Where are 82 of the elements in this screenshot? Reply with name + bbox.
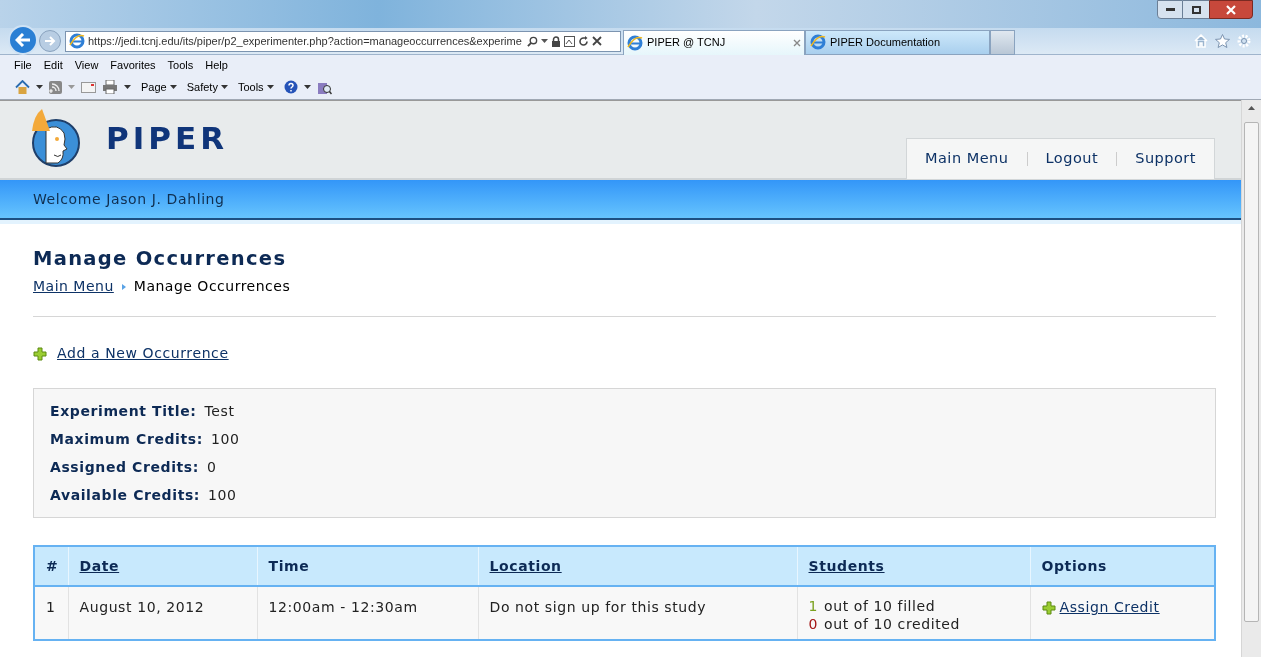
column-header-link[interactable]: Students: [808, 557, 885, 574]
table-cell: August 10, 2012: [79, 599, 205, 615]
dropdown-caret-icon: [169, 85, 177, 89]
address-bar[interactable]: https://jedi.tcnj.edu/its/piper/p2_experimenter.php?action=manageoccurrences&experime: [65, 30, 621, 52]
back-arrow-icon: [15, 33, 31, 47]
settings-icon[interactable]: [1237, 34, 1251, 48]
summary-label: Maximum Credits:: [50, 430, 203, 449]
scroll-up-arrow-icon[interactable]: [1248, 106, 1255, 110]
site-logo-text: PIPER: [106, 118, 229, 158]
dropdown-caret-icon[interactable]: [303, 85, 311, 89]
refresh-icon[interactable]: [578, 35, 589, 47]
summary-value: 0: [207, 458, 217, 477]
student-count: 0: [808, 615, 818, 633]
student-count: 1: [808, 597, 818, 615]
close-icon[interactable]: [592, 36, 602, 46]
command-menu[interactable]: Page: [141, 78, 177, 96]
help-icon[interactable]: [283, 80, 298, 94]
summary-label: Experiment Title:: [50, 402, 197, 421]
column-header-link[interactable]: Date: [79, 557, 120, 574]
dropdown-caret-icon[interactable]: [36, 85, 43, 89]
vertical-scrollbar[interactable]: [1241, 100, 1261, 657]
dropdown-caret-icon: [220, 85, 228, 89]
column-header: Time: [268, 557, 310, 574]
browser-logo-icon: [69, 33, 85, 49]
add-occurrence-link[interactable]: Add a New Occurrence: [57, 343, 229, 364]
browser-tab[interactable]: PIPER Documentation: [805, 29, 990, 55]
restore-button[interactable]: [1183, 0, 1209, 19]
table-cell: Do not sign up for this study: [489, 599, 707, 615]
dropdown-caret-icon[interactable]: [124, 85, 131, 89]
student-status-text: out of 10 credited: [824, 615, 960, 633]
menu-item[interactable]: Help: [205, 56, 228, 74]
print-icon[interactable]: [102, 80, 118, 94]
page-title: Manage Occurrences: [33, 246, 288, 272]
close-icon: [1226, 4, 1236, 15]
browser-logo-icon: [810, 34, 826, 50]
menu-item[interactable]: Edit: [43, 56, 63, 74]
summary-label: Assigned Credits:: [50, 458, 199, 477]
summary-value: Test: [204, 402, 235, 421]
minimize-button[interactable]: [1157, 0, 1183, 19]
feed-icon[interactable]: [49, 80, 62, 94]
scrollbar-thumb[interactable]: [1244, 122, 1259, 622]
plus-icon: [1041, 600, 1056, 615]
menu-item[interactable]: File: [14, 56, 32, 74]
nav-link[interactable]: Support: [1127, 148, 1204, 170]
breadcrumb-arrow-icon: [121, 283, 126, 290]
dropdown-caret-icon: [266, 85, 274, 89]
forward-arrow-icon: [44, 36, 56, 46]
welcome-text: Welcome Jason J. Dahling: [33, 189, 225, 209]
column-header: Options: [1041, 557, 1108, 574]
table-cell: 12:00am - 12:30am: [268, 599, 418, 615]
browser-logo-icon: [627, 34, 643, 51]
back-button[interactable]: [8, 25, 38, 55]
menu-item[interactable]: View: [74, 56, 99, 74]
command-menu[interactable]: Safety: [186, 78, 228, 96]
summary-label: Available Credits:: [50, 486, 201, 505]
nav-link[interactable]: Main Menu: [916, 148, 1017, 170]
table-cell: 1: [46, 599, 56, 615]
menu-item[interactable]: Tools: [167, 56, 194, 74]
lock-icon[interactable]: [551, 35, 561, 47]
home-icon[interactable]: [15, 79, 30, 95]
tab-title: PIPER @ TCNJ: [647, 35, 727, 51]
column-header: #: [46, 557, 59, 574]
breadcrumb-current: Manage Occurrences: [133, 277, 291, 296]
plus-icon: [33, 346, 47, 361]
address-text: https://jedi.tcnj.edu/its/piper/p2_experimenter.php?action=manageoccurrences&experime: [88, 33, 523, 49]
tab-title: PIPER Documentation: [830, 34, 942, 50]
nav-link[interactable]: Logout: [1037, 148, 1107, 170]
mail-icon[interactable]: [81, 81, 96, 93]
breadcrumb-link[interactable]: Main Menu: [33, 276, 114, 297]
column-header-link[interactable]: Location: [489, 557, 562, 574]
menu-item[interactable]: Favorites: [110, 56, 156, 74]
summary-value: 100: [208, 486, 237, 505]
close-button[interactable]: [1209, 0, 1253, 19]
command-menu[interactable]: Tools: [237, 78, 274, 96]
student-status-text: out of 10 filled: [824, 597, 936, 615]
assign-credit-link[interactable]: Assign Credit: [1059, 597, 1160, 618]
search-icon[interactable]: [527, 35, 538, 47]
dropdown-caret-icon[interactable]: [541, 39, 548, 43]
summary-value: 100: [210, 430, 240, 449]
close-tab-icon[interactable]: [793, 38, 801, 47]
star-icon[interactable]: [1215, 34, 1230, 48]
browser-tab[interactable]: PIPER @ TCNJ: [623, 29, 805, 55]
